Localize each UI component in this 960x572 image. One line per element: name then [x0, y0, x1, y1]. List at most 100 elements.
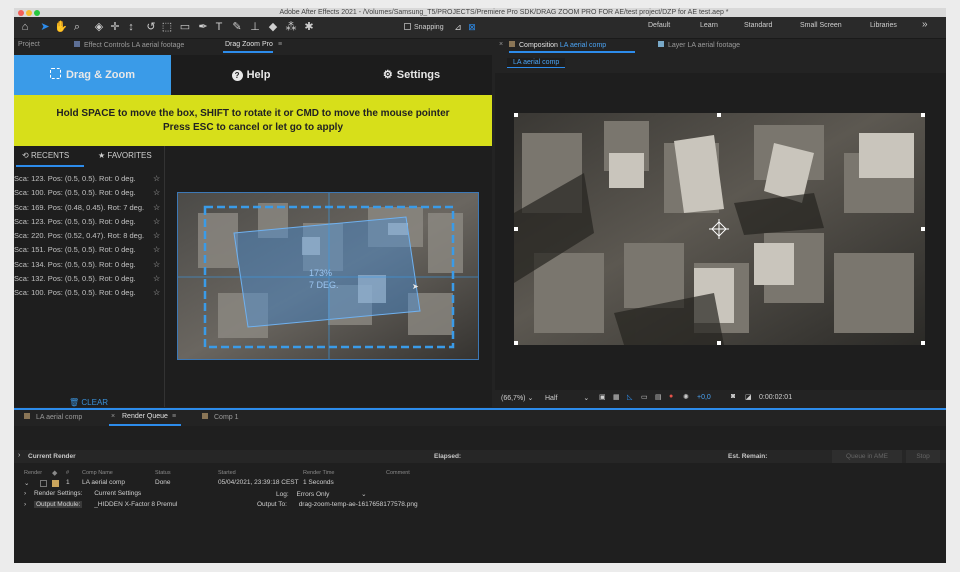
tab-help[interactable]: ? Help [171, 55, 331, 95]
mask-visibility-icon[interactable]: ◺ [627, 393, 632, 401]
snap-option-icon[interactable]: ⊿ [451, 20, 465, 34]
orbit-camera-icon[interactable]: ◈ [92, 20, 106, 34]
workspace-standard[interactable]: Standard [744, 22, 772, 29]
column-header[interactable]: Render [24, 470, 42, 476]
color-channels-icon[interactable]: ● [669, 393, 673, 400]
favorite-star-icon[interactable]: ☆ [153, 229, 160, 243]
breadcrumb[interactable]: LA aerial comp [507, 58, 566, 68]
workspace-libraries[interactable]: Libraries [870, 22, 897, 29]
puppet-tool-icon[interactable]: ✱ [302, 20, 316, 34]
tab-comp-1[interactable]: Comp 1 [202, 413, 239, 421]
snap-grid-icon[interactable]: ⊠ [465, 20, 479, 34]
show-snapshot-icon[interactable]: ◪ [745, 393, 752, 401]
column-header[interactable]: Render Time [303, 470, 335, 476]
region-of-interest-icon[interactable]: ▣ [599, 393, 606, 401]
label-color-swatch[interactable] [52, 480, 59, 487]
snapshot-camera-icon[interactable]: ◙ [731, 393, 735, 400]
render-queue-menu-icon[interactable]: ≡ [172, 413, 176, 420]
output-module-value[interactable]: _HIDDEN X-Factor 8 Premul [94, 501, 177, 508]
list-item[interactable]: Sca: 100. Pos: (0.5, 0.5). Rot: 0 deg. ☆ [14, 286, 164, 300]
disclosure-arrow-icon[interactable]: › [18, 452, 20, 459]
expand-row-icon[interactable]: › [24, 490, 26, 497]
home-icon[interactable]: ⌂ [18, 20, 32, 34]
list-item[interactable]: Sca: 134. Pos: (0.5, 0.5). Rot: 0 deg. ☆ [14, 258, 164, 272]
favorite-star-icon[interactable]: ☆ [153, 215, 160, 229]
table-row[interactable]: ⌄ 1 LA aerial comp Done 05/04/2021, 23:3… [14, 479, 946, 489]
rectangle-tool-icon[interactable]: ▭ [178, 20, 192, 34]
exposure-value[interactable]: +0,0 [697, 394, 711, 401]
list-item[interactable]: Sca: 132. Pos: (0.5, 0.5). Rot: 0 deg. ☆ [14, 272, 164, 286]
roto-brush-icon[interactable]: ⁂ [284, 20, 298, 34]
render-settings-value[interactable]: Current Settings [94, 490, 141, 497]
drag-zoom-preview[interactable]: 173% 7 DEG. ➤ [177, 192, 479, 360]
tab-la-aerial-comp[interactable]: LA aerial comp [24, 413, 82, 421]
dolly-camera-icon[interactable]: ↕ [124, 20, 138, 34]
favorite-star-icon[interactable]: ☆ [153, 286, 160, 300]
tab-composition[interactable]: Composition LA aerial comp [509, 41, 606, 49]
column-header[interactable]: Started [218, 470, 236, 476]
eraser-tool-icon[interactable]: ◆ [266, 20, 280, 34]
favorite-star-icon[interactable]: ☆ [153, 172, 160, 186]
tab-favorites[interactable]: ★ FAVORITES [98, 146, 152, 166]
close-window-icon[interactable] [18, 9, 24, 16]
snapping-checkbox[interactable] [404, 23, 411, 30]
column-header[interactable]: Comment [386, 470, 410, 476]
minimize-window-icon[interactable] [26, 9, 32, 16]
brush-tool-icon[interactable]: ✎ [230, 20, 244, 34]
expand-row-icon[interactable]: ⌄ [24, 479, 29, 487]
tab-effect-controls[interactable]: Effect Controls LA aerial footage [74, 41, 184, 49]
list-item[interactable]: Sca: 220. Pos: (0.52, 0.47). Rot: 8 deg.… [14, 229, 164, 243]
zoom-window-icon[interactable] [34, 9, 40, 16]
favorite-star-icon[interactable]: ☆ [153, 243, 160, 257]
render-checkbox[interactable] [40, 480, 47, 487]
composition-frame[interactable] [514, 113, 925, 345]
guide-options-icon[interactable]: ▭ [641, 393, 648, 401]
zoom-dropdown[interactable]: (66,7%) ⌄ [501, 394, 533, 402]
pan-camera-icon[interactable]: ✛ [108, 20, 122, 34]
column-header[interactable]: Comp Name [82, 470, 113, 476]
list-item[interactable]: Sca: 100. Pos: (0.5, 0.5). Rot: 0 deg. ☆ [14, 186, 164, 200]
workspace-default[interactable]: Default [648, 22, 670, 29]
column-header[interactable]: # [66, 470, 69, 476]
favorite-star-icon[interactable]: ☆ [153, 272, 160, 286]
workspace-learn[interactable]: Learn [700, 22, 718, 29]
clear-button[interactable]: 🗑 CLEAR [69, 398, 108, 407]
exposure-reset-icon[interactable]: ✺ [683, 393, 689, 401]
workspace-small-screen[interactable]: Small Screen [800, 22, 842, 29]
transparency-grid-icon[interactable]: ▦ [613, 393, 620, 401]
list-item[interactable]: Sca: 169. Pos: (0.48, 0.45). Rot: 7 deg.… [14, 201, 164, 215]
pen-tool-icon[interactable]: ✒ [196, 20, 210, 34]
tab-render-queue[interactable]: Render Queue [122, 413, 168, 420]
current-time[interactable]: 0:00:02:01 [759, 394, 792, 401]
tab-drag-zoom[interactable]: Drag & Zoom [14, 55, 171, 95]
stop-button[interactable]: Stop [906, 450, 940, 463]
column-header[interactable]: Status [155, 470, 171, 476]
clone-stamp-icon[interactable]: ⊥ [248, 20, 262, 34]
hand-tool-icon[interactable]: ✋ [54, 20, 68, 34]
tab-project[interactable]: Project [18, 41, 40, 48]
expand-row-icon[interactable]: › [24, 501, 26, 508]
selection-tool-icon[interactable]: ➤ [38, 20, 52, 34]
tab-recents[interactable]: ⟲ RECENTS [22, 146, 69, 166]
favorite-star-icon[interactable]: ☆ [153, 258, 160, 272]
workspace-overflow-icon[interactable]: » [922, 19, 928, 30]
type-tool-icon[interactable]: T [212, 20, 226, 34]
resolution-dropdown[interactable]: Half ⌄ [545, 394, 589, 402]
snapping-toggle[interactable]: Snapping [404, 23, 444, 31]
close-tab-icon[interactable]: × [111, 413, 115, 420]
list-item[interactable]: Sca: 123. Pos: (0.5, 0.5). Rot: 0 deg. ☆ [14, 215, 164, 229]
favorite-star-icon[interactable]: ☆ [153, 201, 160, 215]
zoom-tool-icon[interactable]: ⌕ [70, 20, 84, 34]
favorite-star-icon[interactable]: ☆ [153, 186, 160, 200]
panel-menu-icon[interactable]: ≡ [278, 41, 282, 48]
rotation-tool-icon[interactable]: ↺ [144, 20, 158, 34]
tab-drag-zoom-pro[interactable]: Drag Zoom Pro [225, 41, 273, 48]
log-dropdown[interactable]: Errors Only [296, 491, 329, 498]
output-to-value[interactable]: drag-zoom-temp-ae-1617658177578.png [299, 501, 418, 508]
list-item[interactable]: Sca: 123. Pos: (0.5, 0.5). Rot: 0 deg. ☆ [14, 172, 164, 186]
grid-options-icon[interactable]: ▤ [655, 393, 662, 401]
anchor-tool-icon[interactable]: ⬚ [160, 20, 174, 34]
viewer-close-icon[interactable]: × [499, 41, 503, 48]
tab-layer[interactable]: Layer LA aerial footage [658, 41, 740, 49]
tab-settings[interactable]: ⚙ Settings [331, 55, 492, 95]
